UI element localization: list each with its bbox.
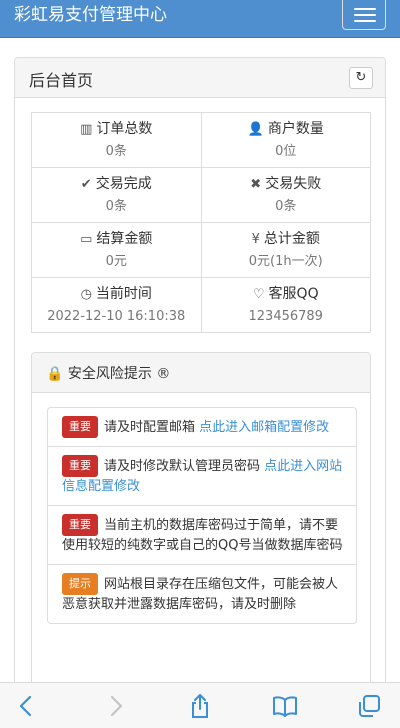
risk-text: 网站根目录存在压缩包文件，可能会被人恶意获取并泄露数据库密码，请及时删除 [62,577,339,612]
list-item: 重要 请及时修改默认管理员密码 点此进入网站信息配置修改 [47,446,357,506]
stat-cell: ▥ 订单总数 0条 [31,112,202,168]
panel-heading: 后台首页 ↻ [15,58,385,98]
stat-label: 交易完成 [95,175,152,192]
bar-chart-icon: ▥ [80,121,93,137]
notice-badge: 提示 [62,573,98,595]
stat-label: 当前时间 [95,285,152,302]
back-button[interactable] [14,693,40,719]
browser-toolbar [0,682,400,728]
chevron-right-icon [110,695,123,717]
panel-title: 后台首页 [29,71,94,90]
menu-toggle-button[interactable] [342,0,386,30]
times-icon: ✖ [250,176,262,192]
stat-cell: ✔ 交易完成 0条 [31,167,202,223]
risk-title: 安全风险提示 [67,366,152,382]
clock-icon: ◷ [80,286,92,302]
email-config-link[interactable]: 点此进入邮箱配置修改 [199,420,329,435]
stats-table: ▥ 订单总数 0条 👤 商户数量 0位 ✔ 交易完成 0条 ✖ 交易失败 0条 ▭ 结算金… [31,112,371,333]
money-icon: ▭ [80,231,93,247]
list-item: 重要 当前主机的数据库密码过于简单，请不要使用较短的纯数字或自己的QQ号当做数据库… [47,505,357,565]
stat-value: 0条 [105,198,127,214]
refresh-button[interactable]: ↻ [349,67,373,89]
stat-value: 0条 [275,198,297,214]
dashboard-panel: 后台首页 ↻ ▥ 订单总数 0条 👤 商户数量 0位 ✔ 交易完成 0条 ✖ 交易失败 … [14,57,386,697]
hamburger-line [354,8,376,10]
stat-label: 客服QQ [268,285,319,302]
site-title[interactable]: 彩虹易支付管理中心 [14,2,167,28]
stat-value: 2022-12-10 16:10:38 [47,308,186,324]
important-badge: 重要 [62,514,98,536]
share-icon [192,694,208,718]
refresh-icon: ↻ [355,70,367,85]
stat-label: 商户数量 [267,120,324,137]
hamburger-line [354,14,376,16]
check-icon: ✔ [80,176,92,192]
stat-cell: ▭ 结算金额 0元 [31,222,202,278]
stat-cell: 👤 商户数量 0位 [200,112,371,168]
tabs-icon [359,695,380,717]
hamburger-line [354,20,376,22]
user-plus-icon: 👤 [247,121,264,137]
tabs-button[interactable] [356,693,382,719]
stat-label: 交易失败 [265,175,322,192]
registered-icon: ® [156,366,171,382]
security-risk-panel: 🔒 安全风险提示 ® 重要 请及时配置邮箱 点此进入邮箱配置修改 重要 请及时修改默… [31,352,371,692]
stat-value: 123456789 [248,308,323,324]
stat-cell: ✖ 交易失败 0条 [200,167,371,223]
heart-icon: ♡ [252,286,265,302]
top-navbar: 彩虹易支付管理中心 [0,0,400,38]
risk-list: 重要 请及时配置邮箱 点此进入邮箱配置修改 重要 请及时修改默认管理员密码 点此进入… [47,407,357,624]
stat-label: 总计金额 [263,230,320,247]
stat-cell: ♡ 客服QQ 123456789 [200,277,371,333]
list-item: 提示 网站根目录存在压缩包文件，可能会被人恶意获取并泄露数据库密码，请及时删除 [47,564,357,624]
important-badge: 重要 [62,455,98,477]
bookmarks-button[interactable] [272,693,298,719]
stat-value: 0条 [105,143,127,159]
important-badge: 重要 [62,416,98,438]
yen-icon: ¥ [251,231,260,247]
share-button[interactable] [187,693,213,719]
risk-text: 请及时配置邮箱 [104,420,200,435]
risk-text: 当前主机的数据库密码过于简单，请不要使用较短的纯数字或自己的QQ号当做数据库密码 [62,518,343,553]
stat-label: 订单总数 [96,120,153,137]
forward-button[interactable] [102,693,128,719]
stat-label: 结算金额 [96,230,153,247]
stat-cell: ¥ 总计金额 0元(1h一次) [200,222,371,278]
stat-value: 0元(1h一次) [248,253,323,269]
lock-icon: 🔒 [46,366,64,382]
chevron-left-icon [19,695,32,717]
book-icon [273,696,297,717]
stat-cell: ◷ 当前时间 2022-12-10 16:10:38 [31,277,202,333]
stat-value: 0位 [275,143,297,159]
stat-value: 0元 [105,253,127,269]
risk-heading: 🔒 安全风险提示 ® [32,353,370,393]
list-item: 重要 请及时配置邮箱 点此进入邮箱配置修改 [47,407,357,447]
risk-text: 请及时修改默认管理员密码 [104,459,265,474]
